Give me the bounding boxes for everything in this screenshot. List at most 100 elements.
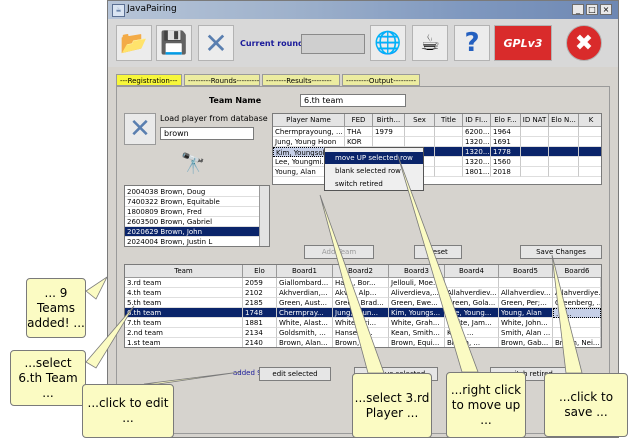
- table-cell[interactable]: Brown, Gab...: [499, 338, 553, 347]
- table-cell[interactable]: 2102: [243, 288, 277, 298]
- table-cell[interactable]: Allahverdiev...: [445, 288, 499, 298]
- java-button[interactable]: ☕: [412, 25, 448, 61]
- close-button[interactable]: ×: [600, 4, 612, 15]
- table-cell[interactable]: [549, 157, 579, 167]
- table-row[interactable]: 6.th team 1748 Chermpray... Jung, Youn... Ki…: [125, 308, 601, 318]
- web-button[interactable]: 🌐: [370, 25, 406, 61]
- table-row[interactable]: 7.th team 1881 White, Alast... White, Bri..…: [125, 318, 601, 328]
- table-cell[interactable]: Aliverdieva,...: [389, 288, 445, 298]
- table-cell[interactable]: Young, Alan: [499, 308, 553, 318]
- table-cell[interactable]: [445, 278, 499, 288]
- table-cell[interactable]: [405, 127, 435, 137]
- table-cell[interactable]: 6.th team: [125, 308, 243, 318]
- table-cell[interactable]: [521, 167, 549, 177]
- table-cell[interactable]: [549, 167, 579, 177]
- table-cell[interactable]: Hansen, ...: [333, 328, 389, 338]
- open-file-button[interactable]: 📂: [116, 25, 152, 61]
- add-team-button[interactable]: Add Team: [304, 245, 374, 259]
- table-cell[interactable]: Brown, Equi...: [389, 338, 445, 347]
- table-cell[interactable]: [553, 328, 601, 338]
- db-results-list[interactable]: 2004038 Brown, Doug 7400322 Brown, Equit…: [124, 185, 270, 247]
- tab-registration[interactable]: ---Registration---: [116, 74, 182, 86]
- table-cell[interactable]: Green, Brad...: [333, 298, 389, 308]
- table-cell[interactable]: 1881: [243, 318, 277, 328]
- table-cell[interactable]: 2018: [491, 167, 521, 177]
- save-file-button[interactable]: 💾: [156, 25, 192, 61]
- table-cell[interactable]: [579, 127, 601, 137]
- table-cell[interactable]: [579, 147, 601, 157]
- table-cell[interactable]: 6200...: [463, 127, 491, 137]
- table-cell[interactable]: [579, 137, 601, 147]
- table-row[interactable]: Chermprayoung, ... THA 1979 6200... 1964: [273, 127, 601, 137]
- table-row[interactable]: Young, Alan 1801... 2018: [273, 167, 601, 177]
- tab-results[interactable]: --------Results--------: [262, 74, 340, 86]
- table-cell[interactable]: 2134: [243, 328, 277, 338]
- table-cell[interactable]: Green, Per;...: [499, 298, 553, 308]
- minimize-button[interactable]: _: [572, 4, 584, 15]
- search-db-button[interactable]: ✕: [124, 113, 156, 145]
- table-cell[interactable]: Jellouli, Moe...: [389, 278, 445, 288]
- table-cell[interactable]: [435, 157, 463, 167]
- table-cell[interactable]: [553, 278, 601, 288]
- player-table[interactable]: Player Name FED Birth... Sex Title ID FI…: [272, 113, 602, 185]
- save-changes-button[interactable]: Save Changes: [520, 245, 602, 259]
- table-cell[interactable]: 1778: [491, 147, 521, 157]
- table-cell[interactable]: [521, 137, 549, 147]
- table-cell[interactable]: 1979: [373, 127, 405, 137]
- table-cell[interactable]: [521, 147, 549, 157]
- table-cell[interactable]: Kean, Smith...: [389, 328, 445, 338]
- table-cell[interactable]: 7.th team: [125, 318, 243, 328]
- table-cell[interactable]: 1691: [491, 137, 521, 147]
- table-cell[interactable]: 5.th team: [125, 298, 243, 308]
- table-row[interactable]: 1.st team 2140 Brown, Alan... Brown, ... Bro…: [125, 338, 601, 347]
- team-table[interactable]: Team Elo Board1 Board2 Board3 Board4 Boa…: [124, 264, 602, 348]
- player-search-input[interactable]: brown: [160, 127, 254, 140]
- table-cell[interactable]: 3.rd team: [125, 278, 243, 288]
- list-item[interactable]: 2603500 Brown, Gabriel: [125, 217, 259, 227]
- table-cell[interactable]: Brown, Nei...: [553, 338, 601, 347]
- exit-button[interactable]: ✖: [566, 25, 602, 61]
- table-cell[interactable]: [435, 127, 463, 137]
- tab-output[interactable]: ---------Output---------: [342, 74, 420, 86]
- table-row[interactable]: 4.th team 2102 Akhverdian,... Akv..., Alp..…: [125, 288, 601, 298]
- edit-selected-button[interactable]: edit selected: [259, 367, 331, 381]
- table-row[interactable]: 5.th team 2185 Green, Aust... Green, Brad..…: [125, 298, 601, 308]
- table-cell[interactable]: Lee, Young...: [445, 308, 499, 318]
- table-cell[interactable]: White, Alast...: [277, 318, 333, 328]
- table-cell[interactable]: 1320...: [463, 147, 491, 157]
- table-cell[interactable]: Brown, ...: [333, 338, 389, 347]
- table-cell[interactable]: 4.th team: [125, 288, 243, 298]
- license-button[interactable]: GPLv3: [494, 25, 552, 61]
- table-row[interactable]: Lee, Youngmi... 1320... 1560: [273, 157, 601, 167]
- table-cell[interactable]: Allahverdiye...: [553, 288, 601, 298]
- table-cell[interactable]: [521, 157, 549, 167]
- menu-item-blank-row[interactable]: blank selected row: [325, 165, 423, 177]
- table-cell[interactable]: Jung, Youn...: [333, 308, 389, 318]
- table-cell[interactable]: Green, Gola...: [445, 298, 499, 308]
- team-name-input[interactable]: 6.th team: [300, 94, 406, 107]
- list-item[interactable]: 7400322 Brown, Equitable: [125, 197, 259, 207]
- table-row[interactable]: Kim, YoungsokKOR1320...1778: [273, 147, 601, 157]
- table-cell[interactable]: [499, 278, 553, 288]
- table-cell[interactable]: White, John...: [499, 318, 553, 328]
- table-cell[interactable]: Hal..., Bor...: [333, 278, 389, 288]
- table-cell[interactable]: .......: [553, 308, 601, 318]
- help-button[interactable]: ?: [454, 25, 490, 61]
- table-cell[interactable]: [521, 127, 549, 137]
- table-cell[interactable]: [549, 147, 579, 157]
- table-cell[interactable]: Green, Ewe...: [389, 298, 445, 308]
- table-cell[interactable]: Chermprayoung, ...: [273, 127, 345, 137]
- table-cell[interactable]: Allahverdiev...: [499, 288, 553, 298]
- table-cell[interactable]: 1320...: [463, 137, 491, 147]
- table-cell[interactable]: [405, 137, 435, 147]
- table-cell[interactable]: [579, 167, 601, 177]
- list-item[interactable]: 1800809 Brown, Fred: [125, 207, 259, 217]
- table-cell[interactable]: White, Jam...: [445, 318, 499, 328]
- table-cell[interactable]: 2185: [243, 298, 277, 308]
- table-cell[interactable]: [549, 137, 579, 147]
- table-cell[interactable]: [549, 127, 579, 137]
- db-list-scrollbar[interactable]: [259, 186, 269, 246]
- table-cell[interactable]: White, Grah...: [389, 318, 445, 328]
- menu-item-switch-retired[interactable]: switch retired: [325, 178, 423, 190]
- table-row[interactable]: 3.rd team 2059 Giallombard... Hal..., Bor..…: [125, 278, 601, 288]
